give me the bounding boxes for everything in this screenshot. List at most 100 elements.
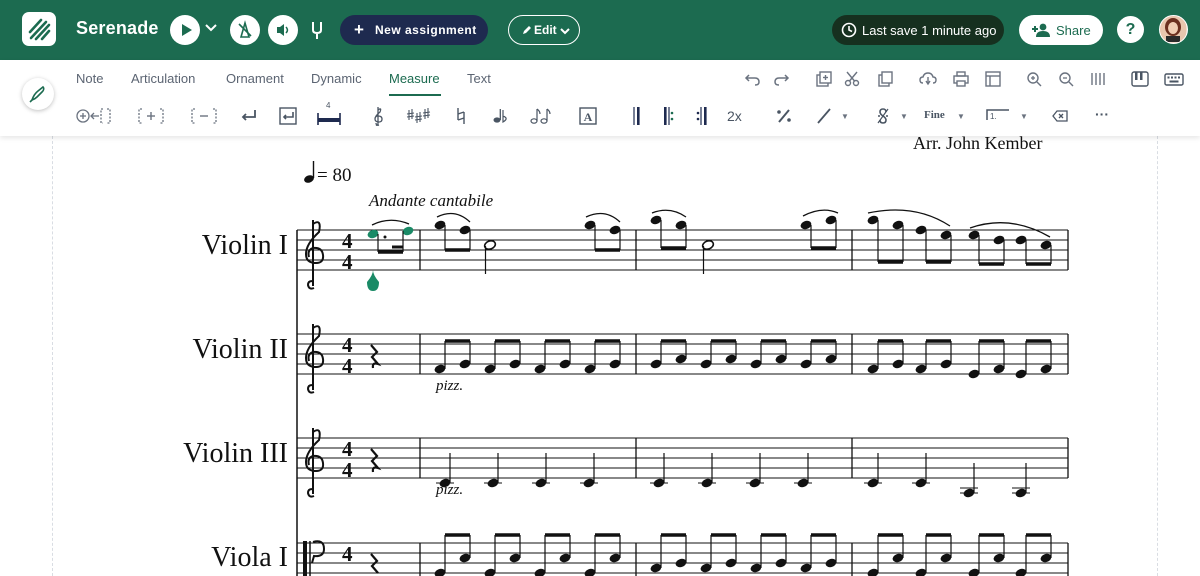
expression-text[interactable]: Andante cantabile	[369, 191, 493, 211]
copy-button[interactable]	[873, 67, 897, 91]
cursor-drop-marker[interactable]	[367, 270, 379, 291]
technique-pizz-violin-2[interactable]: pizz.	[436, 378, 463, 395]
score-canvas[interactable]: 4 4 4 4 4 4 4 Arr. John Kember = 80 Anda…	[0, 133, 1200, 576]
duplicate-icon	[816, 71, 832, 87]
page-break-icon	[279, 107, 297, 125]
fine-button[interactable]: Fine	[924, 109, 945, 121]
remove-measure-icon	[191, 108, 217, 124]
chevron-down-icon[interactable]: ▼	[841, 112, 849, 121]
more-options-button[interactable]: ···	[1095, 106, 1109, 122]
print-button[interactable]	[949, 67, 973, 91]
double-barline-button[interactable]	[624, 104, 648, 128]
remove-measure-button[interactable]	[189, 104, 219, 128]
plus-icon: +	[354, 20, 364, 39]
tab-text[interactable]: Text	[467, 71, 491, 86]
play-button[interactable]	[170, 15, 200, 45]
new-assignment-button[interactable]: + New assignment	[340, 15, 488, 45]
double-barline-icon	[633, 107, 640, 125]
instrument-name-violin-3[interactable]: Violin III	[48, 438, 288, 470]
pen-mode-button[interactable]	[22, 78, 54, 110]
clef-button[interactable]	[366, 104, 390, 128]
ending-bracket-button[interactable]: 1.	[985, 104, 1011, 128]
bars-icon	[1091, 73, 1105, 85]
slash-notation-button[interactable]	[812, 104, 836, 128]
user-avatar[interactable]	[1159, 15, 1188, 44]
instrument-name-violin-2[interactable]: Violin II	[48, 334, 288, 366]
simile-icon	[777, 109, 791, 123]
chevron-down-icon[interactable]: ▼	[900, 112, 908, 121]
app-logo-icon[interactable]	[22, 12, 56, 46]
delete-button[interactable]	[1048, 104, 1072, 128]
redo-icon	[774, 74, 790, 86]
zoom-in-button[interactable]	[1022, 67, 1046, 91]
tab-ornament[interactable]: Ornament	[226, 71, 284, 86]
tab-articulation[interactable]: Articulation	[131, 71, 195, 86]
add-copy-button[interactable]	[811, 67, 835, 91]
undo-icon	[744, 74, 760, 86]
segno-button[interactable]	[871, 104, 895, 128]
key-signature-button[interactable]	[406, 104, 434, 128]
quarter-note-icon	[304, 161, 315, 183]
repeat-count-button[interactable]: 2x	[727, 108, 742, 124]
edit-dropdown-button[interactable]: Edit	[508, 15, 580, 45]
staff-violin-3[interactable]: 4 4	[297, 428, 1069, 499]
new-assignment-label: New assignment	[375, 23, 477, 37]
volume-button[interactable]	[268, 15, 298, 45]
key-signature-icon	[406, 108, 431, 123]
insert-measure-before-button[interactable]	[75, 104, 113, 128]
cloud-download-icon	[919, 72, 937, 86]
help-button[interactable]: ?	[1117, 16, 1144, 43]
tab-measure[interactable]: Measure	[389, 71, 440, 86]
layout-button[interactable]	[981, 67, 1005, 91]
keyboard-button[interactable]	[1162, 67, 1186, 91]
instrument-name-viola-1[interactable]: Viola I	[48, 542, 288, 574]
violin-3-notes	[436, 453, 1030, 498]
add-measure-icon	[138, 108, 164, 124]
tempo-value: = 80	[317, 165, 352, 186]
save-status-text: Last save 1 minute ago	[862, 23, 997, 38]
repeat-start-button[interactable]	[656, 104, 680, 128]
selected-pickup-notes[interactable]	[366, 219, 414, 291]
edit-label: Edit	[534, 23, 557, 37]
staff-violin-1[interactable]: 4 4	[297, 209, 1069, 291]
tempo-marking[interactable]: = 80	[303, 160, 351, 187]
score-title[interactable]: Serenade	[76, 18, 159, 39]
tab-dynamic[interactable]: Dynamic	[311, 71, 362, 86]
metronome-off-icon	[238, 20, 252, 38]
instrument-panel-button[interactable]	[1128, 67, 1152, 91]
zoom-out-button[interactable]	[1054, 67, 1078, 91]
arranger-credit[interactable]: Arr. John Kember	[913, 133, 1042, 154]
slash-icon	[817, 108, 831, 124]
time-signature-top: 4	[342, 542, 353, 566]
chevron-down-icon[interactable]: ▼	[1020, 112, 1028, 121]
metronome-toggle-button[interactable]	[230, 15, 260, 45]
tab-note[interactable]: Note	[76, 71, 103, 86]
measure-view-button[interactable]	[1086, 67, 1110, 91]
staff-viola-1[interactable]: 4	[297, 533, 1069, 576]
transpose-button[interactable]	[488, 104, 512, 128]
redo-button[interactable]	[769, 67, 793, 91]
printer-icon	[953, 71, 969, 87]
tuning-fork-icon[interactable]	[307, 19, 327, 41]
simile-button[interactable]	[772, 104, 796, 128]
add-measure-button[interactable]	[136, 104, 166, 128]
viola-1-notes	[434, 533, 1052, 576]
share-button[interactable]: Share	[1019, 15, 1103, 45]
undo-button[interactable]	[741, 67, 765, 91]
instrument-name-violin-1[interactable]: Violin I	[48, 230, 288, 262]
technique-pizz-violin-3[interactable]: pizz.	[436, 482, 463, 499]
cut-button[interactable]	[840, 67, 864, 91]
staff-violin-2[interactable]: 4 4	[297, 324, 1069, 394]
chevron-down-icon[interactable]: ▼	[957, 112, 965, 121]
system-break-button[interactable]	[236, 104, 260, 128]
download-button[interactable]	[916, 67, 940, 91]
chevron-down-icon[interactable]	[204, 21, 218, 35]
page-break-button[interactable]	[276, 104, 300, 128]
repeat-end-button[interactable]	[690, 104, 714, 128]
pickup-measure-button[interactable]	[528, 104, 552, 128]
accidental-button[interactable]	[449, 104, 473, 128]
top-bar: Serenade + New assignment Edit Last save…	[0, 0, 1200, 60]
text-box-button[interactable]: A	[576, 104, 600, 128]
time-signature-button[interactable]: 4	[316, 101, 342, 128]
repeat-start-icon	[664, 107, 674, 125]
